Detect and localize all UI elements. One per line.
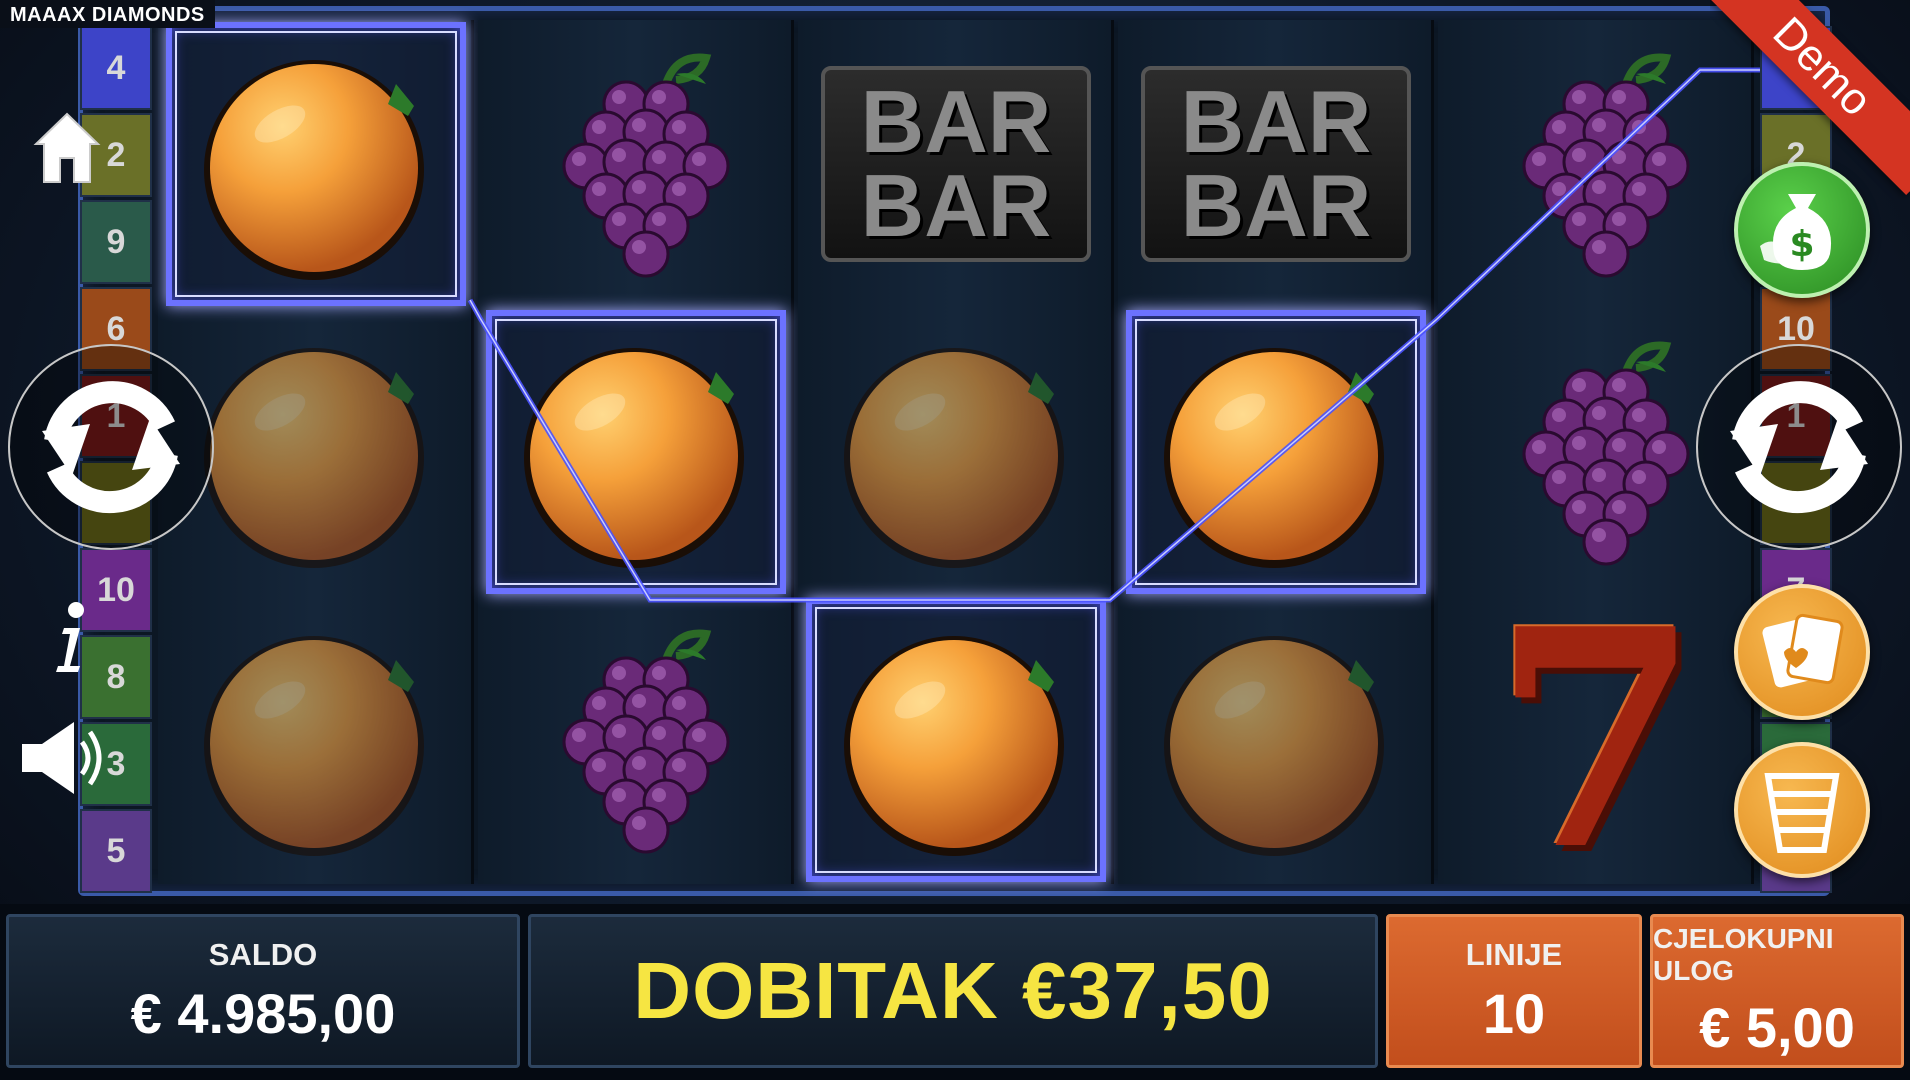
lines-button[interactable]: LINIJE 10 (1386, 914, 1642, 1068)
orange-icon (844, 636, 1064, 856)
left-line-number: 5 (80, 809, 152, 893)
reel-3-row-1: BAR BAR (806, 22, 1106, 306)
refresh-icon (1730, 381, 1868, 514)
home-icon[interactable] (32, 110, 102, 186)
balance-panel: SALDO € 4.985,00 (6, 914, 520, 1068)
gamble-button[interactable] (1734, 584, 1870, 720)
left-line-number: 9 (80, 200, 152, 284)
refresh-icon (42, 381, 180, 514)
bar-text-bottom: BAR (860, 156, 1052, 255)
left-line-number: 8 (80, 635, 152, 719)
total-bet-value: € 5,00 (1699, 995, 1855, 1059)
grapes-icon (1522, 341, 1690, 566)
speaker-icon[interactable] (18, 718, 110, 798)
autoplay-right-button[interactable] (1696, 344, 1902, 550)
bar-text-top: BAR (860, 72, 1052, 171)
bar-symbol: BAR BAR (821, 66, 1091, 262)
orange-icon (204, 348, 424, 568)
orange-icon (844, 348, 1064, 568)
orange-icon (204, 60, 424, 280)
bar-text-bottom: BAR (1180, 156, 1372, 255)
win-panel: DOBITAK €37,50 (528, 914, 1378, 1068)
reel-4-row-3 (1126, 598, 1426, 882)
reel-2-row-3 (486, 598, 786, 882)
orange-icon (1164, 636, 1384, 856)
reel-2-row-2 (486, 310, 786, 594)
reel-5-row-3: 7 (1446, 563, 1746, 916)
reel-4-row-2 (1126, 310, 1426, 594)
total-bet-label: CJELOKUPNI ULOG (1653, 922, 1834, 986)
cashout-button[interactable]: $ (1734, 162, 1870, 298)
orange-icon (524, 348, 744, 568)
reel-1-row-1 (166, 22, 466, 306)
reels-area: BAR BAR BAR BAR 7 (158, 20, 1758, 916)
lines-label: LINIJE (1465, 936, 1563, 972)
total-bet-button[interactable]: CJELOKUPNI ULOG € 5,00 (1650, 914, 1904, 1068)
ladder-button[interactable] (1734, 742, 1870, 878)
grapes-icon (562, 53, 730, 278)
reel-3-row-2 (806, 310, 1106, 594)
game-title: MAAAX DIAMONDS (0, 0, 215, 28)
balance-value: € 4.985,00 (130, 981, 396, 1045)
svg-text:$: $ (1789, 224, 1814, 265)
lines-value: 10 (1482, 981, 1546, 1045)
left-line-number: 10 (80, 548, 152, 632)
reel-1-row-3 (166, 598, 466, 882)
grapes-icon (562, 629, 730, 854)
win-amount: DOBITAK €37,50 (633, 946, 1273, 1035)
grapes-icon (1522, 53, 1690, 278)
seven-symbol: 7 (1491, 563, 1701, 916)
info-icon[interactable] (50, 600, 90, 676)
reel-3-row-3 (806, 598, 1106, 882)
money-bag-icon: $ (1760, 194, 1832, 270)
reel-3: BAR BAR (798, 20, 1114, 884)
reel-2 (478, 20, 794, 884)
balance-label: SALDO (208, 936, 318, 972)
reel-4: BAR BAR (1118, 20, 1434, 884)
reel-2-row-1 (486, 22, 786, 306)
reel-4-row-1: BAR BAR (1126, 22, 1426, 306)
orange-icon (204, 636, 424, 856)
reel-5-row-1 (1446, 22, 1746, 306)
bar-symbol: BAR BAR (1141, 66, 1411, 262)
left-line-number: 4 (80, 26, 152, 110)
ladder-icon (1764, 773, 1840, 853)
orange-icon (1164, 348, 1384, 568)
cards-icon (1762, 613, 1844, 688)
bar-text-top: BAR (1180, 72, 1372, 171)
autoplay-left-button[interactable] (8, 344, 214, 550)
